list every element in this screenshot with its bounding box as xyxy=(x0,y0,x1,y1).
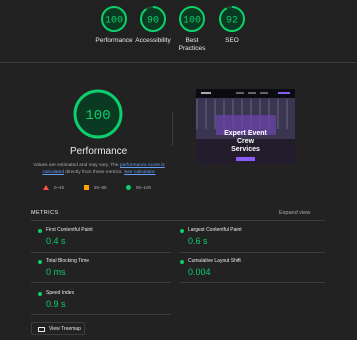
status-circle-icon xyxy=(38,229,42,233)
metric-divider xyxy=(31,252,171,253)
square-icon xyxy=(84,185,89,190)
gauge-score: 100 xyxy=(105,16,123,27)
gauge-score: 90 xyxy=(147,16,159,27)
performance-gauge-ring: 100 xyxy=(101,6,127,32)
expand-view-toggle[interactable]: Expand view xyxy=(279,210,310,216)
desc-middle: directly from these metrics. xyxy=(64,170,125,175)
status-circle-icon xyxy=(38,260,42,264)
metric-value: 0.6 s xyxy=(188,236,208,246)
legend-poor: 0–49 xyxy=(43,185,64,190)
metric-divider xyxy=(31,282,171,283)
page-screenshot-thumbnail: Expert Event Crew Services xyxy=(196,89,295,164)
performance-title: Performance xyxy=(70,146,128,157)
status-circle-icon xyxy=(180,260,184,264)
metric-name: Cumulative Layout Shift xyxy=(188,258,241,264)
vertical-divider xyxy=(172,112,173,146)
main-score: 100 xyxy=(85,108,110,124)
metric-name: First Contentful Paint xyxy=(46,227,93,233)
metric-value: 0.004 xyxy=(188,267,211,277)
legend-range: 50–89 xyxy=(94,185,107,190)
treemap-icon xyxy=(38,327,45,332)
accessibility-gauge-ring: 90 xyxy=(140,6,166,32)
gauge-label: Best Practices xyxy=(178,37,206,52)
gauge-performance[interactable]: 100 Performance xyxy=(94,5,134,45)
metric-divider xyxy=(31,314,171,315)
gauge-label: Performance xyxy=(95,37,133,44)
metric-name: Largest Contentful Paint xyxy=(188,227,242,233)
desc-prefix: Values are estimated and may vary. The xyxy=(33,163,120,168)
legend-range: 0–49 xyxy=(54,185,65,190)
gauge-score: 92 xyxy=(226,16,238,27)
metric-divider xyxy=(180,252,325,253)
seo-gauge-ring: 92 xyxy=(219,6,245,32)
gauge-accessibility[interactable]: 90 Accessibility xyxy=(133,5,173,45)
metric-name: Total Blocking Time xyxy=(46,258,90,264)
performance-main-gauge: 100 xyxy=(72,88,124,140)
status-circle-icon xyxy=(180,229,184,233)
legend-good: 90–100 xyxy=(126,185,151,190)
metric-value: 0.4 s xyxy=(46,236,66,246)
legend-range: 90–100 xyxy=(136,185,152,190)
gauge-score: 100 xyxy=(183,16,201,27)
gauge-label: Accessibility xyxy=(135,37,171,44)
status-circle-icon xyxy=(38,292,42,296)
hero-button xyxy=(236,157,255,161)
score-description: Values are estimated and may vary. The p… xyxy=(31,162,167,176)
hero-headline: Expert Event Crew Services xyxy=(224,130,267,153)
category-gauges: 100 Performance 90 Accessibility 100 Bes… xyxy=(0,0,357,62)
legend-average: 50–89 xyxy=(84,185,107,190)
metrics-heading: METRICS xyxy=(31,210,59,216)
treemap-label: View Treemap xyxy=(49,326,81,332)
best-practices-gauge-ring: 100 xyxy=(179,6,205,32)
triangle-icon xyxy=(43,185,49,190)
gauge-seo[interactable]: 92 SEO xyxy=(212,5,252,45)
gauge-best-practices[interactable]: 100 Best Practices xyxy=(172,5,212,53)
header-divider xyxy=(0,62,357,63)
metric-value: 0.9 s xyxy=(46,299,66,309)
view-treemap-button[interactable]: View Treemap xyxy=(31,322,85,335)
gauge-label: SEO xyxy=(225,37,239,44)
circle-icon xyxy=(126,185,131,190)
metric-value: 0 ms xyxy=(46,267,66,277)
site-nav-bar xyxy=(196,89,295,98)
metric-divider xyxy=(180,282,325,283)
metric-name: Speed Index xyxy=(46,290,75,296)
see-calculator-link[interactable]: See calculator. xyxy=(124,170,155,175)
metrics-divider xyxy=(31,220,325,221)
